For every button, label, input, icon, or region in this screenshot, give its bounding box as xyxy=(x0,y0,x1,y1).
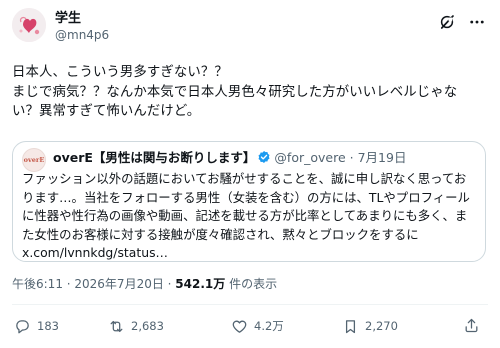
verified-badge-icon xyxy=(258,151,270,163)
quoted-tweet-author-name: overE【男性は関与お断りします】 xyxy=(53,150,256,165)
tweet-text: 日本人、こういう男多すぎない？？ まじで病気？？なんか本気で日本人男色々研究した… xyxy=(12,63,490,122)
grok-icon[interactable] xyxy=(438,13,456,31)
tweet-text-line: い？異常すぎて怖いんだけど。 xyxy=(12,104,201,119)
quoted-tweet-text-line: に性器や性行為の画像や動画、記述を載せる方が比率としてあまりにも多く、ま xyxy=(22,208,468,223)
quoted-tweet-text-line: ファッション以外の話題においてお騒がせすることを、誠に申し訳なく思ってお xyxy=(22,171,467,186)
tweet-text-line: まじで病気？？なんか本気で日本人男色々研究した方がいいレベルじゃな xyxy=(12,84,458,100)
quoted-tweet-avatar: overE xyxy=(22,148,46,172)
avatar[interactable] xyxy=(12,8,46,42)
author-display-name[interactable]: 学生 xyxy=(55,11,81,27)
tweet-timestamp[interactable]: 午後6:11 · 2026年7月20日 · xyxy=(12,277,175,291)
share-icon[interactable] xyxy=(463,317,480,334)
reply-count: 183 xyxy=(37,319,59,333)
more-icon[interactable] xyxy=(468,13,486,31)
quoted-tweet-link[interactable]: x.com/lvnnkdg/status… xyxy=(22,244,482,263)
quoted-tweet-separator: · xyxy=(349,150,354,165)
divider xyxy=(12,304,488,305)
like-count: 4.2万 xyxy=(254,319,284,333)
bookmark-icon xyxy=(345,319,356,333)
reply-button[interactable]: 183 xyxy=(14,316,59,336)
tweet-text-line: 日本人、こういう男多すぎない？？ xyxy=(12,65,228,80)
tweet-meta: 午後6:11 · 2026年7月20日 · 542.1万 件の表示 xyxy=(12,276,277,292)
author-handle[interactable]: @mn4p6 xyxy=(55,28,109,42)
quoted-tweet-handle: @for_overe xyxy=(274,150,346,165)
views-count: 542.1万 xyxy=(175,277,226,291)
reply-icon xyxy=(16,319,29,333)
like-button[interactable]: 4.2万 xyxy=(231,316,284,336)
repost-icon xyxy=(110,320,123,332)
avatar-image xyxy=(12,8,46,42)
quoted-tweet-text-line: ります…。当社をフォローする男性（女装を含む）の方には、TLやプロフィール xyxy=(22,189,470,205)
quoted-tweet-card[interactable]: overE overE【男性は関与お断りします】 @for_overe · 7月… xyxy=(12,141,486,262)
quoted-tweet-date: 7月19日 xyxy=(357,150,407,165)
bookmark-count: 2,270 xyxy=(365,319,398,333)
quoted-tweet-header: overE【男性は関与お断りします】 @for_overe · 7月19日 xyxy=(53,150,406,166)
heart-icon xyxy=(232,320,247,333)
repost-count: 2,683 xyxy=(131,319,164,333)
bookmark-button[interactable]: 2,270 xyxy=(342,316,398,336)
quoted-tweet-text: ファッション以外の話題においてお騒がせすることを、誠に申し訳なく思ってお ります… xyxy=(22,170,482,263)
repost-button[interactable]: 2,683 xyxy=(108,316,164,336)
views-label: 件の表示 xyxy=(225,277,278,291)
quoted-tweet-text-line: た女性のお客様に対する接触が度々確認され、黙々とブロックをするに xyxy=(22,226,419,242)
